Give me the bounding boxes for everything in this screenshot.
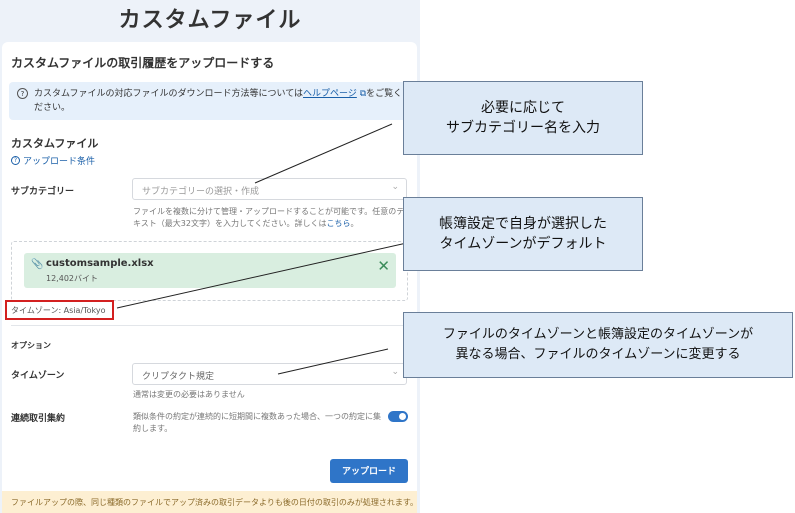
callout-subcategory: 必要に応じて サブカテゴリー名を入力 xyxy=(403,81,643,155)
subcategory-select[interactable]: サブカテゴリーの選択・作成 ⌄ xyxy=(132,178,407,200)
panel-title: カスタムファイルの取引履歴をアップロードする xyxy=(11,56,275,70)
timezone-help: 通常は変更の必要はありません xyxy=(133,390,245,399)
help-page-link[interactable]: ヘルプページ xyxy=(303,89,357,99)
merge-label: 連続取引集約 xyxy=(11,414,66,424)
help-circle-icon: ? xyxy=(17,88,28,99)
options-heading: オプション xyxy=(11,341,51,350)
page-title: カスタムファイル xyxy=(118,8,302,33)
file-size: 12,402バイト xyxy=(46,274,98,283)
timezone-select[interactable]: クリプタクト規定 ⌄ xyxy=(132,363,407,385)
chevron-down-icon: ⌄ xyxy=(391,367,399,377)
chevron-down-icon: ⌄ xyxy=(391,182,399,192)
file-card: 📎 customsample.xlsx 12,402バイト ✕ xyxy=(24,253,396,288)
upload-panel: カスタムファイルの取引履歴をアップロードする ? カスタムファイルの対応ファイル… xyxy=(2,42,418,513)
merge-toggle[interactable] xyxy=(388,411,408,422)
callout-timezone-default: 帳簿設定で自身が選択した タイムゾーンがデフォルト xyxy=(403,197,643,271)
file-dropzone[interactable]: 📎 customsample.xlsx 12,402バイト ✕ xyxy=(11,241,408,301)
info-text: カスタムファイルの対応ファイルのダウンロード方法等についてはヘルプページ ⧉をご… xyxy=(34,89,403,113)
details-link[interactable]: こちら xyxy=(326,219,350,228)
help-circle-icon: ? xyxy=(11,156,20,165)
merge-help: 類似条件の約定が連続的に短期間に複数あった場合、一つの約定に集約します。 xyxy=(133,412,381,433)
info-box: ? カスタムファイルの対応ファイルのダウンロード方法等についてはヘルプページ ⧉… xyxy=(9,82,411,120)
close-icon[interactable]: ✕ xyxy=(377,257,390,275)
callout-timezone-change: ファイルのタイムゾーンと帳簿設定のタイムゾーンが 異なる場合、ファイルのタイムゾ… xyxy=(403,312,793,378)
custom-file-heading: カスタムファイル xyxy=(11,137,99,150)
file-name: customsample.xlsx xyxy=(46,258,154,269)
notice-banner: ファイルアップの際、同じ種類のファイルでアップ済みの取引データよりも後の日付の取… xyxy=(2,491,418,513)
upload-conditions-link[interactable]: ? アップロード条件 xyxy=(11,154,95,167)
paperclip-icon: 📎 xyxy=(31,259,44,270)
timezone-note: タイムゾーン: Asia/Tokyo xyxy=(5,300,114,320)
subcategory-label: サブカテゴリー xyxy=(11,187,75,197)
subcategory-help: ファイルを複数に分けて管理・アップロードすることが可能です。任意のテキスト（最大… xyxy=(133,207,405,228)
timezone-label: タイムゾーン xyxy=(11,371,65,381)
upload-button[interactable]: アップロード xyxy=(330,459,408,483)
divider xyxy=(11,325,408,326)
